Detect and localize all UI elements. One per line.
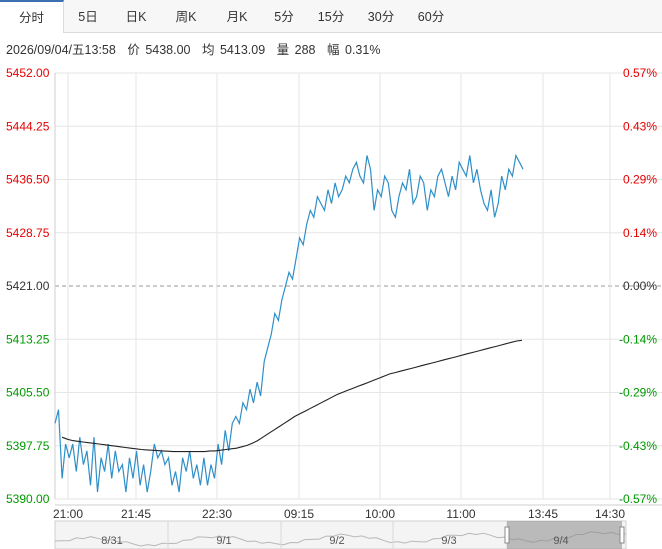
y-tick-right-2: 0.29% (623, 173, 657, 187)
y-tick-left-0: 5452.00 (6, 66, 50, 80)
minimap-date-1: 9/1 (216, 535, 231, 547)
y-tick-right-7: -0.43% (619, 439, 657, 453)
y-tick-left-4: 5421.00 (6, 279, 50, 293)
y-tick-right-6: -0.29% (619, 386, 657, 400)
price-line (54, 153, 524, 493)
y-tick-left-2: 5436.50 (6, 173, 50, 187)
y-tick-left-6: 5405.50 (6, 386, 50, 400)
y-tick-right-0: 0.57% (623, 66, 657, 80)
x-tick-1: 21:45 (121, 507, 151, 521)
minimap-date-4: 9/4 (553, 535, 568, 547)
y-tick-right-3: 0.14% (623, 226, 657, 240)
x-tick-3: 09:15 (284, 507, 314, 521)
y-tick-left-5: 5413.25 (6, 332, 50, 346)
minimap-date-3: 9/3 (441, 535, 456, 547)
minimap-handle-right[interactable] (619, 526, 625, 544)
x-tick-7: 14:30 (595, 507, 625, 521)
y-tick-right-5: -0.14% (619, 332, 657, 346)
x-tick-4: 10:00 (365, 507, 395, 521)
y-tick-right-1: 0.43% (623, 119, 657, 133)
y-tick-left-1: 5444.25 (6, 119, 50, 133)
x-tick-5: 11:00 (446, 507, 475, 521)
minimap-date-2: 9/2 (329, 535, 344, 547)
x-tick-6: 13:45 (528, 507, 558, 521)
x-tick-0: 21:00 (53, 507, 83, 521)
minimap-handle-left[interactable] (504, 526, 510, 544)
y-tick-left-3: 5428.75 (6, 226, 50, 240)
y-tick-right-8: -0.57% (619, 492, 657, 506)
y-tick-right-4: 0.00% (623, 279, 657, 293)
intraday-chart[interactable]: 5452.00 0.57% 5444.25 0.43% 5436.50 0.29% 5428… (0, 0, 662, 549)
avg-price-line (61, 339, 523, 453)
y-tick-left-7: 5397.75 (6, 439, 50, 453)
minimap-date-0: 8/31 (101, 535, 122, 547)
x-tick-2: 22:30 (202, 507, 232, 521)
y-tick-left-8: 5390.00 (6, 492, 50, 506)
